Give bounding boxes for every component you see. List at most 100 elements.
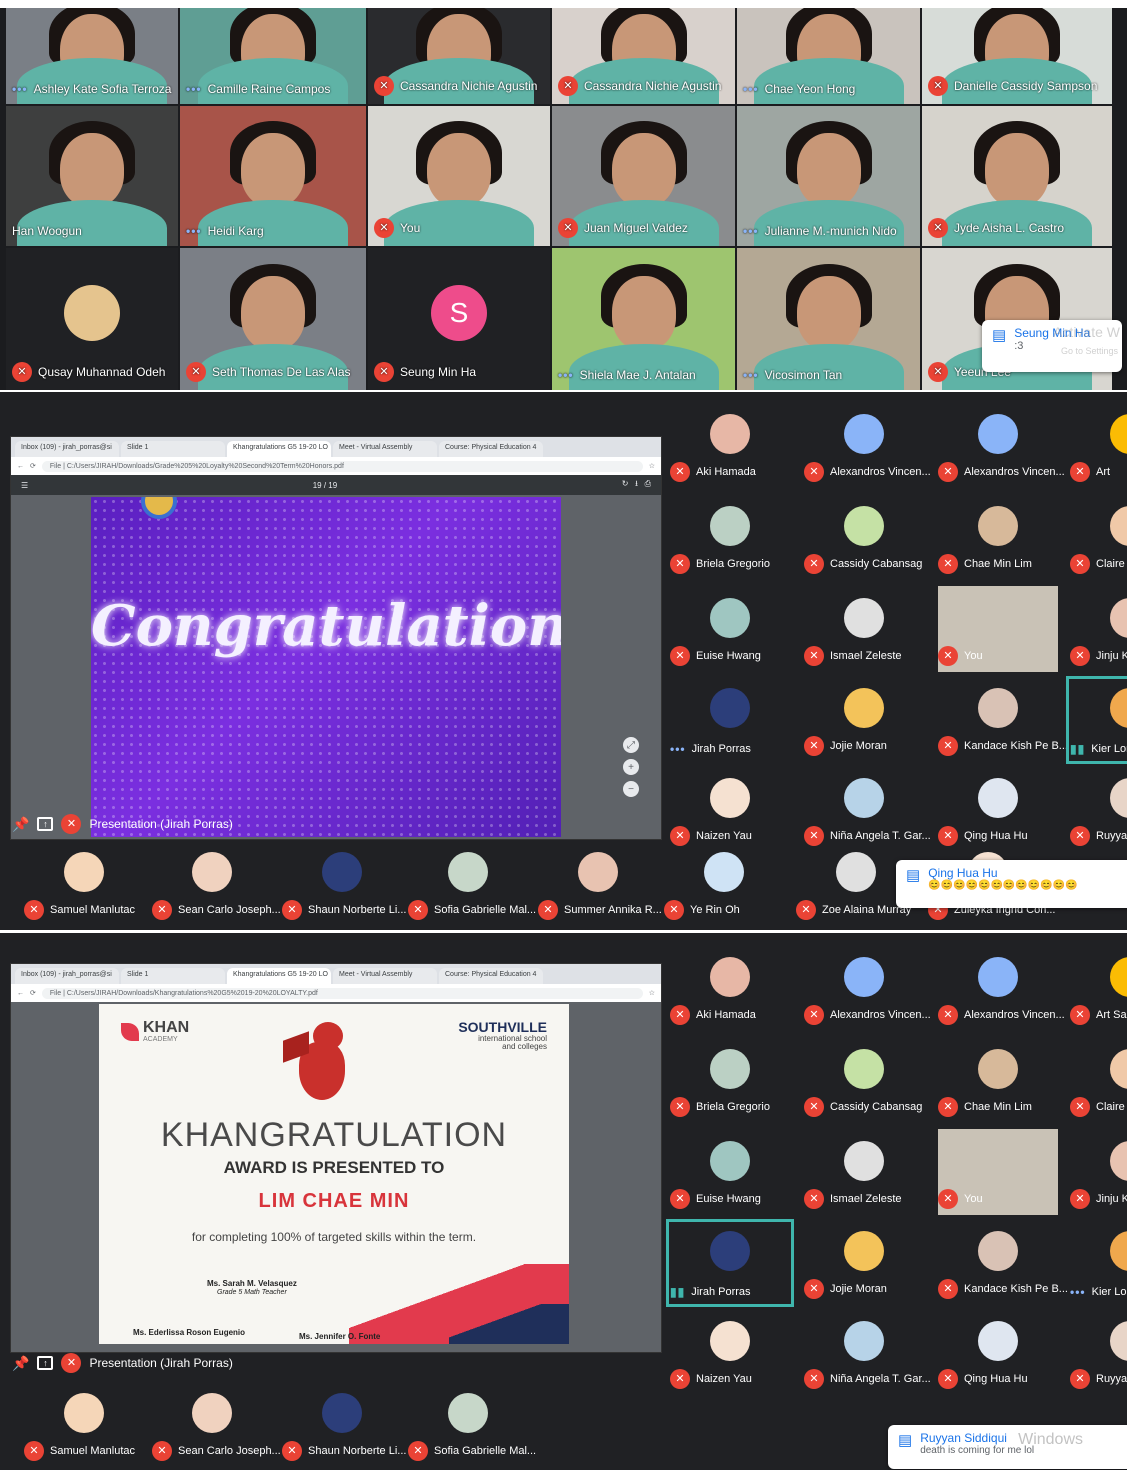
participant-tile[interactable]: ✕ Cassidy Cabansag [800, 494, 928, 582]
participant-tile[interactable]: ••• Jirah Porras [666, 676, 794, 764]
participant-tile[interactable]: ✕ Qusay Muhannad Odeh [6, 248, 178, 390]
participant-tile[interactable]: ✕ Art Sa [1066, 945, 1127, 1033]
participant-tile[interactable]: ✕ Cassidy Cabansag [800, 1037, 928, 1125]
download-icon[interactable]: ⭳ [635, 479, 638, 488]
participant-tile[interactable]: ✕ Aki Hamada [666, 402, 794, 490]
participant-tile[interactable]: ✕ Summer Annika R... [534, 840, 662, 928]
more-options-icon[interactable]: ••• [743, 368, 759, 382]
participant-tile[interactable]: ✕ Cassandra Nichie Agustin [552, 8, 735, 104]
participant-tile[interactable]: ✕ Claire [1066, 494, 1127, 582]
star-icon[interactable]: ☆ [649, 462, 655, 470]
participant-tile[interactable]: ••• Chae Yeon Hong [737, 8, 920, 104]
participant-tile[interactable]: ✕ Sean Carlo Joseph... [148, 1381, 281, 1469]
participant-tile[interactable]: ✕ Alexandros Vincen... [934, 402, 1065, 490]
participant-tile[interactable]: ✕ Kandace Kish Pe B... [934, 676, 1068, 764]
chat-notification[interactable]: ▤ Qing Hua Hu 😊😊😊😊😊😊😊😊😊😊😊😊 [896, 860, 1127, 908]
participant-tile[interactable]: ✕ Art [1066, 402, 1127, 490]
participant-tile[interactable]: ✕ Shaun Norberte Li... [278, 840, 406, 928]
present-icon[interactable]: ↑ [37, 817, 54, 831]
browser-tab[interactable]: Slide 1 [121, 968, 225, 984]
participant-tile[interactable]: ✕ Chae Min Lim [934, 1037, 1062, 1125]
participant-tile[interactable]: ••• Heidi Karg [180, 106, 366, 246]
reload-icon[interactable]: ⟳ [30, 462, 36, 470]
more-options-icon[interactable]: ••• [186, 82, 202, 96]
back-arrow-icon[interactable]: ← [17, 990, 24, 997]
url-field[interactable]: File | C:/Users/JIRAH/Downloads/Khangrat… [41, 987, 643, 999]
back-arrow-icon[interactable]: ← [17, 463, 24, 470]
browser-tab[interactable]: Slide 1 [121, 441, 225, 457]
chat-notification[interactable]: ▤ Ruyyan Siddiqui death is coming for me… [888, 1425, 1127, 1469]
participant-tile[interactable]: ✕ Briela Gregorio [666, 494, 794, 582]
browser-tab[interactable]: Meet - Virtual Assembly [333, 441, 437, 457]
participant-tile[interactable]: ✕ Danielle Cassidy Sampson [922, 8, 1112, 104]
participant-tile[interactable]: ✕ Alexandros Vincen... [934, 945, 1065, 1033]
participant-tile[interactable]: ••• Ashley Kate Sofia Terroza [6, 8, 178, 104]
participant-tile[interactable]: ✕ Sofia Gabrielle Mal... [404, 840, 536, 928]
more-options-icon[interactable]: ••• [12, 82, 28, 96]
participant-tile[interactable]: ✕ Samuel Manlutac [20, 840, 148, 928]
browser-tab[interactable]: Khangratulations G5 19-20 LO [227, 441, 331, 457]
participant-tile[interactable]: ✕ Ruyyan S [1066, 766, 1127, 854]
present-icon[interactable]: ↑ [37, 1356, 54, 1370]
more-options-icon[interactable]: ••• [743, 224, 759, 238]
participant-tile[interactable]: ••• Vicosimon Tan [737, 248, 920, 390]
pdf-menu-icon[interactable]: ☰ [21, 481, 28, 490]
fit-icon[interactable]: ⤢ [623, 737, 639, 753]
participant-tile[interactable]: ✕ Claire C [1066, 1037, 1127, 1125]
browser-tab[interactable]: Course: Physical Education 4 [439, 441, 543, 457]
pin-icon[interactable]: 📌 [12, 816, 29, 833]
participant-tile[interactable]: ✕ Euise Hwang [666, 1129, 794, 1217]
browser-tab[interactable]: Course: Physical Education 4 [439, 968, 543, 984]
participant-tile[interactable]: ✕ Jinju Ki [1066, 1129, 1127, 1217]
participant-tile[interactable]: ✕ Juan Miguel Valdez [552, 106, 735, 246]
participant-tile[interactable]: ✕ Jojie Moran [800, 1219, 928, 1307]
print-icon[interactable]: ⎙ [645, 479, 651, 488]
browser-tab[interactable]: Inbox (109) - jirah_porras@si [15, 441, 119, 457]
browser-tab[interactable]: Meet - Virtual Assembly [333, 968, 437, 984]
url-field[interactable]: File | C:/Users/JIRAH/Downloads/Grade%20… [41, 460, 643, 472]
participant-tile[interactable]: ✕ Jojie Moran [800, 676, 928, 764]
participant-tile[interactable]: ✕ You [934, 1129, 1062, 1217]
chat-notification[interactable]: ▤ Seung Min Ha:3 Activate W Go to Settings [982, 320, 1122, 372]
zoom-in-icon[interactable]: + [623, 759, 639, 775]
participant-tile[interactable]: Han Woogun [6, 106, 178, 246]
participant-tile[interactable]: ✕ Shaun Norberte Li... [278, 1381, 406, 1469]
participant-tile[interactable]: ••• Camille Raine Campos [180, 8, 366, 104]
more-options-icon[interactable]: ••• [1070, 1285, 1086, 1299]
participant-tile[interactable]: ✕ Alexandros Vincen... [800, 402, 931, 490]
participant-tile[interactable]: ✕ Euise Hwang [666, 586, 794, 674]
browser-tab[interactable]: Khangratulations G5 19-20 LO [227, 968, 331, 984]
participant-tile[interactable]: ✕ Sean Carlo Joseph... [148, 840, 281, 928]
more-options-icon[interactable]: ••• [743, 82, 759, 96]
participant-tile[interactable]: ✕ Kandace Kish Pe B... [934, 1219, 1068, 1307]
more-options-icon[interactable]: ••• [670, 742, 686, 756]
participant-tile[interactable]: ✕ Samuel Manlutac [20, 1381, 148, 1469]
browser-tab[interactable]: Inbox (109) - jirah_porras@si [15, 968, 119, 984]
more-options-icon[interactable]: ••• [186, 224, 202, 238]
pin-icon[interactable]: 📌 [12, 1355, 29, 1372]
participant-tile[interactable]: S ✕ Seung Min Ha [368, 248, 550, 390]
zoom-out-icon[interactable]: − [623, 781, 639, 797]
participant-tile[interactable]: ✕ Qing Hua Hu [934, 1309, 1062, 1397]
participant-tile[interactable]: ✕ Ye Rin Oh [660, 840, 788, 928]
participant-tile[interactable]: ✕ Ismael Zeleste [800, 1129, 928, 1217]
participant-tile[interactable]: ✕ Ruyyan S [1066, 1309, 1127, 1397]
participant-tile[interactable]: ✕ Naizen Yau [666, 1309, 794, 1397]
participant-tile[interactable]: ••• Shiela Mae J. Antalan [552, 248, 735, 390]
participant-tile[interactable]: ✕ You [368, 106, 550, 246]
participant-tile[interactable]: ✕ Jyde Aisha L. Castro [922, 106, 1112, 246]
participant-tile[interactable]: ✕ Alexandros Vincen... [800, 945, 931, 1033]
participant-tile[interactable]: ✕ You [934, 586, 1062, 674]
participant-tile[interactable]: ✕ Aki Hamada [666, 945, 794, 1033]
participant-tile[interactable]: ✕ Briela Gregorio [666, 1037, 794, 1125]
reload-icon[interactable]: ⟳ [30, 989, 36, 997]
participant-tile[interactable]: ▮▮ Jirah Porras [666, 1219, 794, 1307]
participant-tile[interactable]: ✕ Jinju K [1066, 586, 1127, 674]
participant-tile[interactable]: ✕ Niña Angela T. Gar... [800, 1309, 931, 1397]
more-options-icon[interactable]: ••• [558, 368, 574, 382]
participant-tile[interactable]: ✕ Sofia Gabrielle Mal... [404, 1381, 536, 1469]
participant-tile[interactable]: ✕ Ismael Zeleste [800, 586, 928, 674]
participant-tile[interactable]: ▮▮ Kier Lor [1066, 676, 1127, 764]
participant-tile[interactable]: ••• Kier Lore [1066, 1219, 1127, 1307]
rotate-icon[interactable]: ↻ [622, 479, 629, 488]
